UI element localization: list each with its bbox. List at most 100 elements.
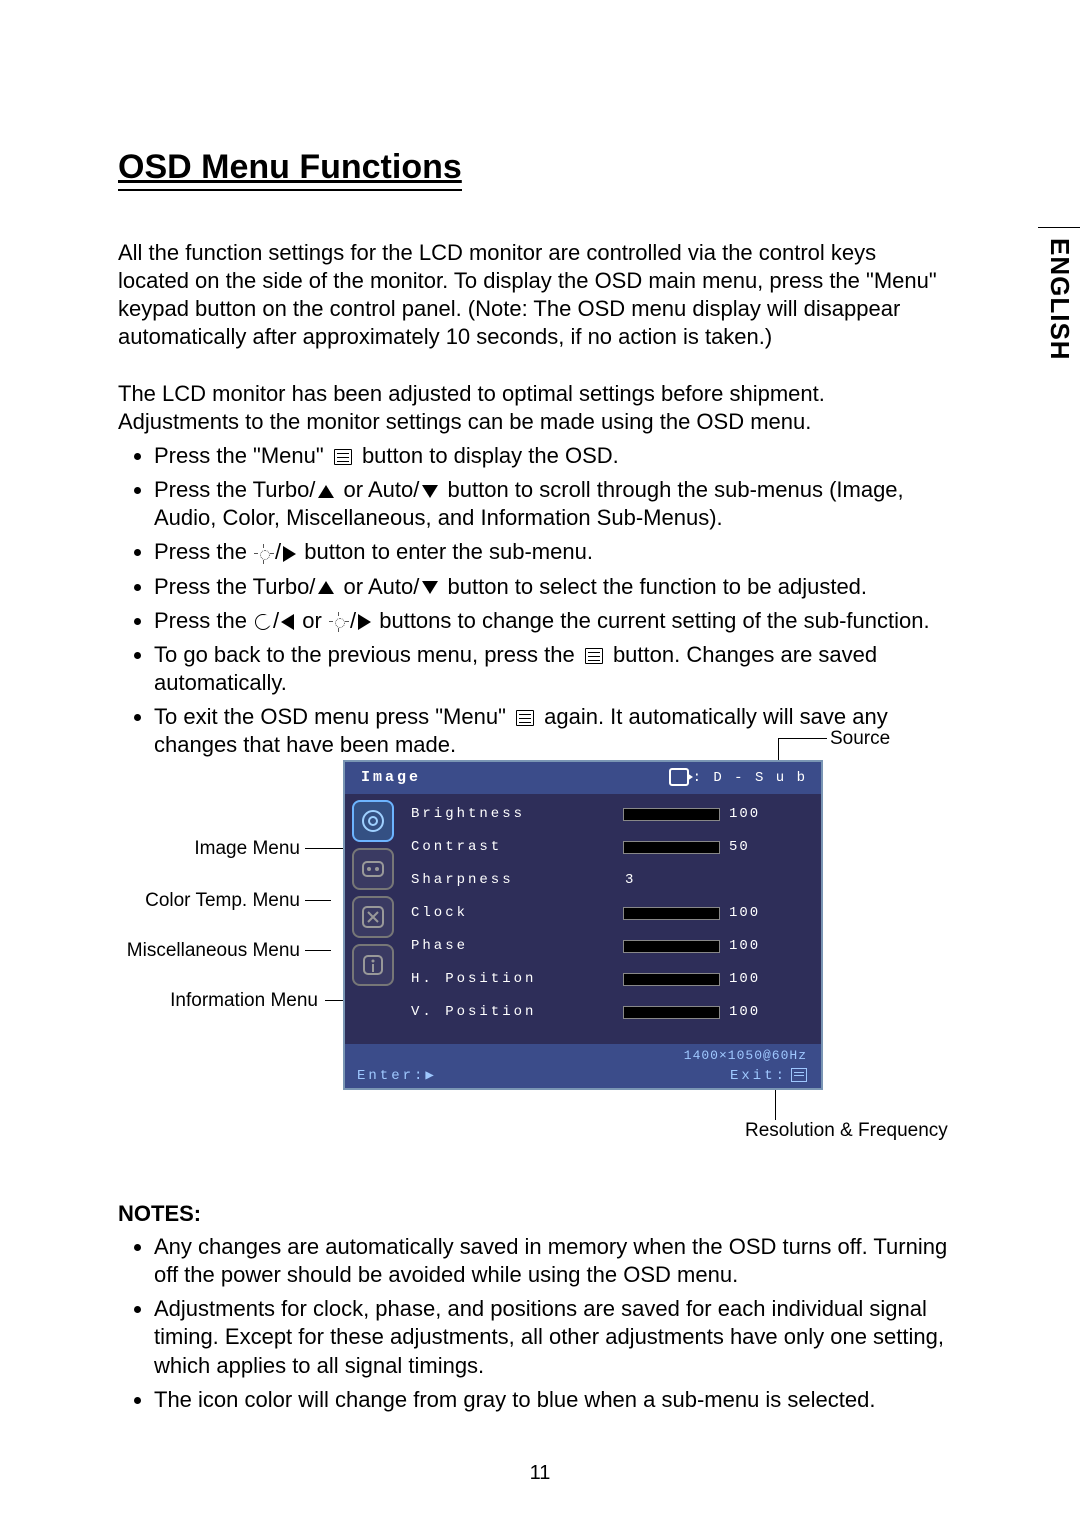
osd-sidebar-info-icon[interactable] [352,944,394,986]
text: Press the [154,608,253,633]
up-triangle-icon [318,581,334,594]
callout-info-menu: Information Menu [105,990,318,1012]
osd-slider-bar[interactable] [623,973,720,986]
language-label: ENGLISH [1044,238,1075,361]
osd-exit-hint: Exit: [730,1068,807,1084]
osd-slider-bar[interactable] [623,1006,720,1019]
osd-row-label: Clock [411,897,468,930]
osd-enter-hint: Enter:▶ [357,1067,437,1084]
notes-heading: NOTES: [118,1201,948,1227]
osd-sidebar-misc-icon[interactable] [352,896,394,938]
page-number: 11 [0,1462,1080,1485]
osd-row[interactable]: Clock 100 [403,897,811,930]
text: Press the Turbo/ [154,574,315,599]
menu-icon [334,449,352,465]
text: Press the Turbo/ [154,477,315,502]
osd-tab-title: Image [345,762,437,794]
osd-row-label: V. Position [411,996,536,1029]
osd-sidebar [345,794,401,992]
osd-row[interactable]: Phase 100 [403,930,811,963]
intro-paragraph-1: All the function settings for the LCD mo… [118,239,948,352]
osd-source-label: : D - S u b [693,770,807,786]
callout-color-temp-menu: Color Temp. Menu [75,890,300,912]
osd-body: Brightness 100 Contrast 50 Sharpness 3 Clock 10… [403,798,811,1029]
osd-panel: Image : D - S u b Brightness 100 Contrast 5… [343,760,823,1090]
brightness-icon [330,613,348,631]
callout-label: Miscellaneous Menu [127,940,300,961]
callout-image-menu: Image Menu [95,838,300,860]
osd-row-value: 100 [729,930,760,963]
text: or [302,608,328,633]
notes-list: Any changes are automatically saved in m… [118,1233,948,1414]
osd-row-value: 100 [729,963,760,996]
text: To go back to the previous menu, press t… [154,642,581,667]
instruction-list: Press the "Menu" button to display the O… [118,442,948,760]
notes-item: Adjustments for clock, phase, and positi… [154,1295,948,1379]
instruction-item: Press the / or / buttons to change the c… [154,607,948,635]
instruction-item: Press the / button to enter the sub-menu… [154,538,948,566]
osd-row[interactable]: V. Position 100 [403,996,811,1029]
osd-row-value: 100 [729,798,760,831]
osd-row-value: 3 [625,864,636,897]
callout-label: Image Menu [194,838,300,859]
instruction-item: To go back to the previous menu, press t… [154,641,948,697]
osd-slider-bar[interactable] [623,841,720,854]
osd-slider-bar[interactable] [623,907,720,920]
notes-item: Any changes are automatically saved in m… [154,1233,948,1289]
osd-row-value: 50 [729,831,750,864]
right-triangle-icon [283,546,296,562]
osd-row-label: Sharpness [411,864,514,897]
osd-header: Image : D - S u b [345,762,821,794]
down-triangle-icon [422,581,438,594]
callout-label: Resolution & Frequency [745,1120,948,1141]
osd-slider-bar[interactable] [623,940,720,953]
callout-source: Source [830,728,920,750]
left-triangle-icon [281,614,294,630]
osd-row[interactable]: Brightness 100 [403,798,811,831]
text: Press the "Menu" [154,443,330,468]
up-triangle-icon [318,485,334,498]
osd-row-label: Brightness [411,798,525,831]
menu-icon [516,710,534,726]
instruction-item: Press the Turbo/ or Auto/ button to scro… [154,476,948,532]
callout-resolution: Resolution & Frequency [745,1120,985,1142]
osd-slider-bar[interactable] [623,808,720,821]
osd-row[interactable]: Contrast 50 [403,831,811,864]
callout-label: Color Temp. Menu [145,890,300,911]
contrast-icon [255,614,271,630]
osd-row-label: H. Position [411,963,536,996]
osd-row-value: 100 [729,996,760,1029]
language-tab: ENGLISH [1038,227,1080,401]
page-title: OSD Menu Functions [118,148,462,191]
osd-row-label: Phase [411,930,468,963]
intro-paragraph-2: The LCD monitor has been adjusted to opt… [118,380,948,436]
notes-item: The icon color will change from gray to … [154,1386,948,1414]
menu-icon [585,648,603,664]
text: button to display the OSD. [362,443,619,468]
text: or Auto/ [344,477,420,502]
osd-exit-label: Exit: [730,1068,787,1084]
text: buttons to change the current setting of… [379,608,929,633]
osd-row[interactable]: H. Position 100 [403,963,811,996]
instruction-item: Press the Turbo/ or Auto/ button to sele… [154,573,948,601]
right-triangle-icon [358,614,371,630]
osd-footer: Enter:▶ 1400×1050@60Hz Exit: [345,1044,821,1088]
input-source-icon [669,768,689,786]
text: To exit the OSD menu press "Menu" [154,704,512,729]
osd-row-label: Contrast [411,831,502,864]
down-triangle-icon [422,485,438,498]
brightness-icon [255,545,273,563]
osd-sidebar-image-icon[interactable] [352,800,394,842]
menu-icon [791,1068,807,1082]
text: button to select the function to be adju… [448,574,868,599]
osd-row-value: 100 [729,897,760,930]
callout-label: Information Menu [170,990,318,1011]
osd-sidebar-color-icon[interactable] [352,848,394,890]
text: or Auto/ [344,574,420,599]
text: button to enter the sub-menu. [304,539,593,564]
text: Press the [154,539,253,564]
osd-resolution: 1400×1050@60Hz [684,1048,807,1063]
callout-label: Source [830,728,890,749]
osd-row[interactable]: Sharpness 3 [403,864,811,897]
callout-misc-menu: Miscellaneous Menu [75,940,300,962]
